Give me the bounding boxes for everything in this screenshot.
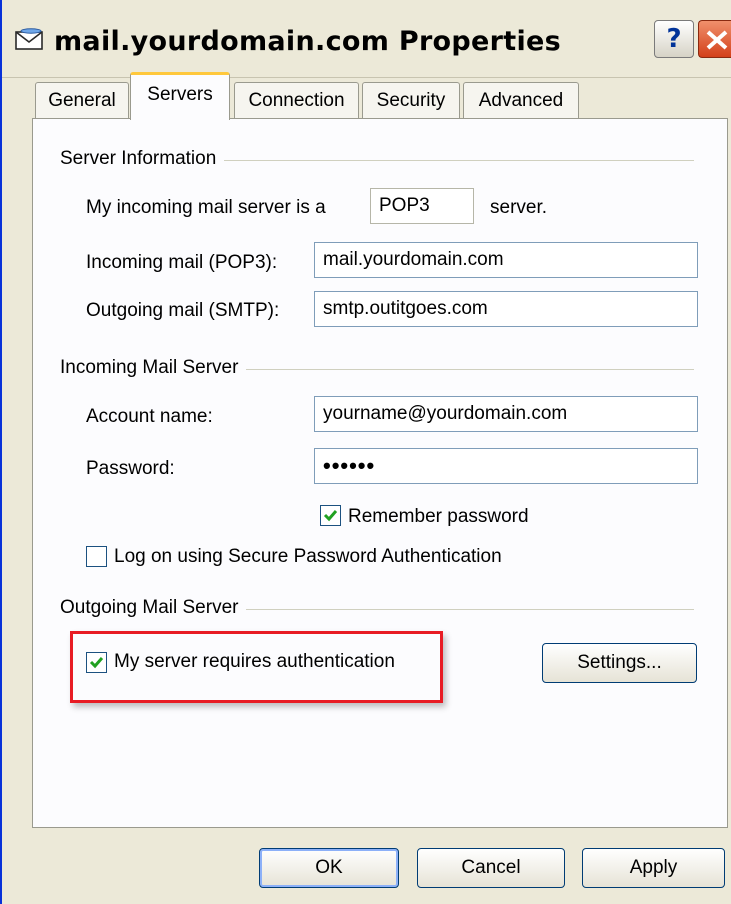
incoming-server-type-value: POP3 bbox=[370, 188, 474, 224]
tab-advanced[interactable]: Advanced bbox=[463, 82, 579, 120]
tab-general[interactable]: General bbox=[35, 82, 129, 120]
secure-password-auth-label[interactable]: Log on using Secure Password Authenticat… bbox=[114, 546, 502, 568]
incoming-mail-field[interactable]: mail.yourdomain.com bbox=[314, 242, 698, 278]
password-field[interactable]: •••••• bbox=[314, 448, 698, 484]
tab-servers[interactable]: Servers bbox=[130, 72, 230, 120]
outgoing-mail-field[interactable]: smtp.outitgoes.com bbox=[314, 291, 698, 327]
title-bar[interactable]: mail.yourdomain.com Properties ? bbox=[2, 0, 731, 78]
close-icon bbox=[706, 30, 728, 50]
account-name-field[interactable]: yourname@yourdomain.com bbox=[314, 396, 698, 432]
settings-button[interactable]: Settings... bbox=[542, 643, 697, 683]
close-button[interactable] bbox=[698, 20, 731, 58]
checkmark-icon bbox=[323, 510, 338, 522]
tab-security[interactable]: Security bbox=[362, 82, 460, 120]
apply-button[interactable]: Apply bbox=[582, 848, 725, 888]
help-button[interactable]: ? bbox=[654, 20, 694, 58]
window-title: mail.yourdomain.com Properties bbox=[54, 26, 562, 57]
mail-envelope-icon bbox=[15, 28, 43, 50]
account-name-label: Account name: bbox=[86, 406, 213, 427]
remember-password-checkbox[interactable] bbox=[320, 505, 341, 526]
properties-dialog: mail.yourdomain.com Properties ? General… bbox=[0, 0, 731, 904]
incoming-mail-server-label: Incoming Mail Server bbox=[60, 357, 247, 379]
tab-connection[interactable]: Connection bbox=[234, 82, 359, 120]
annotation-highlight-box bbox=[70, 631, 443, 703]
remember-password-label[interactable]: Remember password bbox=[348, 506, 529, 528]
incoming-type-prefix: My incoming mail server is a bbox=[86, 197, 326, 218]
outgoing-mail-label: Outgoing mail (SMTP): bbox=[86, 300, 280, 321]
incoming-type-suffix: server. bbox=[490, 197, 548, 218]
incoming-mail-label: Incoming mail (POP3): bbox=[86, 252, 278, 273]
ok-button[interactable]: OK bbox=[259, 848, 399, 888]
secure-password-auth-checkbox[interactable] bbox=[86, 546, 107, 567]
password-label: Password: bbox=[86, 458, 175, 479]
cancel-button[interactable]: Cancel bbox=[417, 848, 565, 888]
server-information-label: Server Information bbox=[60, 148, 225, 170]
outgoing-mail-server-label: Outgoing Mail Server bbox=[60, 597, 247, 619]
